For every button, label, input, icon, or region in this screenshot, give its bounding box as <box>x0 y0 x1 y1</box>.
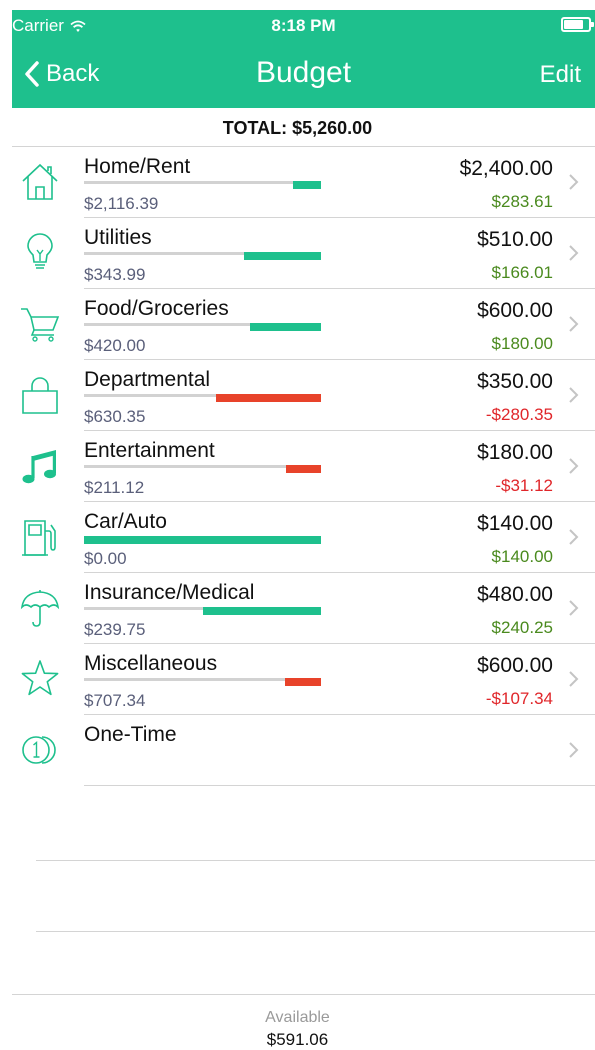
category-budget: $510.00 <box>477 228 553 251</box>
chevron-right-icon <box>569 600 579 616</box>
progress-remaining <box>293 181 321 189</box>
progress-bar <box>84 678 321 686</box>
chevron-right-icon <box>569 742 579 758</box>
house-icon <box>22 163 58 200</box>
category-row-insurance-medical[interactable]: Insurance/Medical $480.00 $239.75 $240.2… <box>0 573 595 644</box>
umbrella-icon <box>20 590 60 627</box>
category-name: Food/Groceries <box>84 297 229 320</box>
chevron-right-icon <box>569 458 579 474</box>
category-name: Miscellaneous <box>84 652 218 675</box>
progress-over <box>286 465 321 473</box>
nav-bar: Back Budget Edit <box>12 40 595 108</box>
empty-row-divider <box>36 860 595 861</box>
chevron-right-icon <box>569 671 579 687</box>
category-remaining: $166.01 <box>491 263 553 282</box>
available-value: $591.06 <box>266 1030 329 1049</box>
category-row-car-auto[interactable]: Car/Auto $140.00 $0.00 $140.00 <box>0 502 595 573</box>
progress-bar <box>84 465 321 473</box>
total-amount: TOTAL: $5,260.00 <box>222 118 373 138</box>
category-row-one-time[interactable]: One-Time <box>0 715 595 786</box>
progress-used <box>84 465 287 468</box>
footer-divider <box>12 994 595 995</box>
category-remaining: $180.00 <box>491 334 553 353</box>
category-row-home-rent[interactable]: Home/Rent $2,400.00 $2,116.39 $283.61 <box>0 147 595 218</box>
status-bar: Carrier 8:18 PM <box>12 10 595 40</box>
category-spent: $2,116.39 <box>84 194 159 213</box>
category-spent: $343.99 <box>84 265 146 284</box>
empty-row-divider <box>36 931 595 932</box>
category-remaining: -$107.34 <box>485 689 553 708</box>
progress-remaining <box>249 323 321 331</box>
nav-header: Carrier 8:18 PM Back Budget Edit <box>12 10 595 108</box>
progress-over <box>215 394 321 402</box>
progress-used <box>84 181 294 184</box>
category-row-utilities[interactable]: Utilities $510.00 $343.99 $166.01 <box>0 218 595 289</box>
shopping-bag-icon <box>22 377 58 414</box>
progress-used <box>84 252 244 255</box>
music-note-icon <box>22 450 56 484</box>
chevron-right-icon <box>569 529 579 545</box>
status-time: 8:18 PM <box>271 16 336 35</box>
progress-remaining <box>243 252 321 260</box>
progress-bar <box>84 252 321 260</box>
category-spent: $211.12 <box>84 478 145 497</box>
category-budget: $140.00 <box>477 512 553 535</box>
progress-used <box>84 323 250 326</box>
category-budget: $180.00 <box>477 441 553 464</box>
cart-icon <box>21 308 60 342</box>
category-list: Home/Rent $2,400.00 $2,116.39 $283.61 Ut… <box>0 147 595 786</box>
progress-remaining <box>202 607 321 615</box>
progress-bar <box>84 181 321 189</box>
edit-button[interactable]: Edit <box>540 61 581 89</box>
category-row-food-groceries[interactable]: Food/Groceries $600.00 $420.00 $180.00 <box>0 289 595 360</box>
category-budget: $600.00 <box>477 299 553 322</box>
category-row-miscellaneous[interactable]: Miscellaneous $600.00 $707.34 -$107.34 <box>0 644 595 715</box>
star-icon <box>21 660 59 696</box>
progress-used <box>84 394 216 397</box>
category-remaining: -$280.35 <box>485 405 553 424</box>
fuel-pump-icon <box>22 520 56 556</box>
progress-remaining <box>84 536 321 544</box>
progress-bar <box>84 394 321 402</box>
chevron-right-icon <box>569 245 579 261</box>
category-remaining: $140.00 <box>491 547 553 566</box>
category-spent: $420.00 <box>84 336 146 355</box>
page-title: Budget <box>255 56 352 89</box>
category-name: Insurance/Medical <box>84 581 255 604</box>
progress-used <box>84 607 203 610</box>
category-spent: $239.75 <box>84 620 146 639</box>
category-name: Utilities <box>84 226 152 249</box>
category-name: Departmental <box>84 368 211 391</box>
category-remaining: -$31.12 <box>495 476 553 495</box>
category-budget: $480.00 <box>477 583 553 606</box>
category-spent: $707.34 <box>84 691 146 710</box>
category-row-entertainment[interactable]: Entertainment $180.00 $211.12 -$31.12 <box>0 431 595 502</box>
available-label: Available <box>265 1009 330 1026</box>
progress-bar <box>84 536 321 544</box>
battery-icon <box>561 17 594 32</box>
row-divider <box>84 785 595 786</box>
category-remaining: $283.61 <box>491 192 553 211</box>
category-name: Entertainment <box>84 439 215 462</box>
progress-used <box>84 678 285 681</box>
chevron-right-icon <box>569 316 579 332</box>
category-budget: $2,400.00 <box>459 157 553 180</box>
category-name: Home/Rent <box>84 155 191 178</box>
category-row-departmental[interactable]: Departmental $350.00 $630.35 -$280.35 <box>0 360 595 431</box>
category-remaining: $240.25 <box>491 618 553 637</box>
chevron-right-icon <box>569 174 579 190</box>
progress-over <box>284 678 321 686</box>
category-budget: $350.00 <box>477 370 553 393</box>
chevron-right-icon <box>569 387 579 403</box>
category-spent: $0.00 <box>84 549 127 568</box>
coin-icon <box>22 736 56 764</box>
category-name: One-Time <box>84 723 177 746</box>
category-budget: $600.00 <box>477 654 553 677</box>
progress-bar <box>84 323 321 331</box>
lightbulb-icon <box>27 233 53 269</box>
progress-bar <box>84 607 321 615</box>
category-name: Car/Auto <box>84 510 167 533</box>
category-spent: $630.35 <box>84 407 146 426</box>
